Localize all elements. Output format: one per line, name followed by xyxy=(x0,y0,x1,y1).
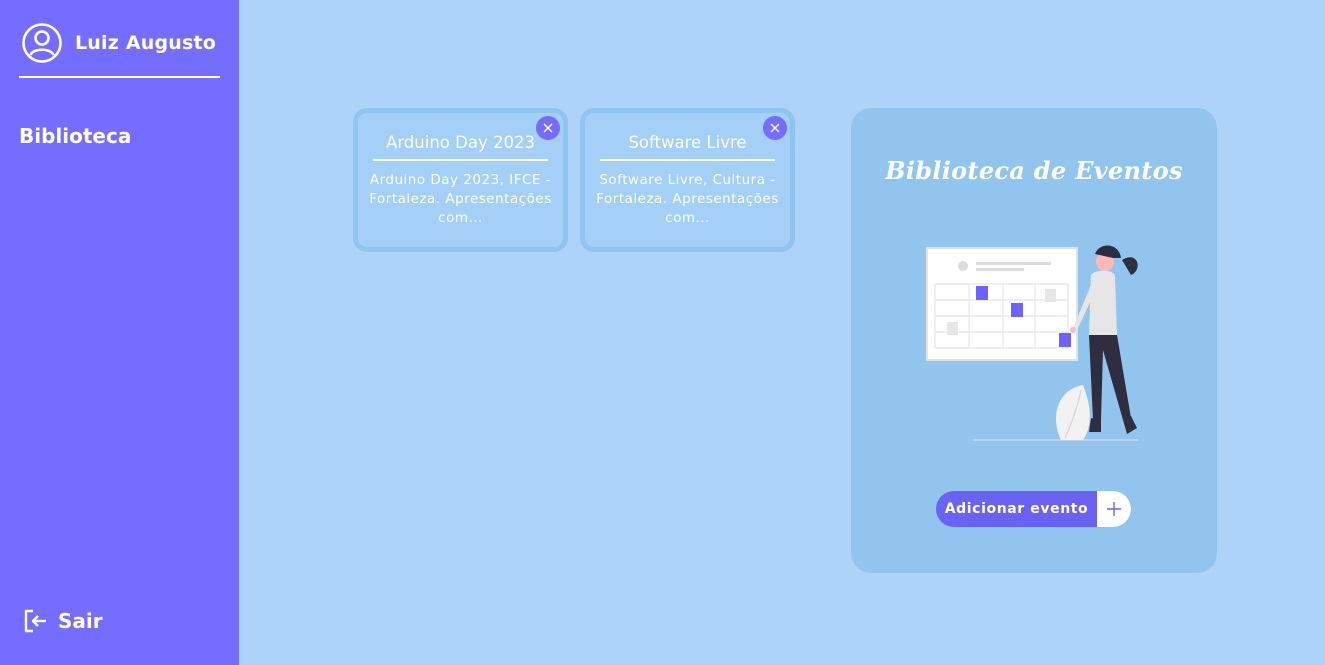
add-event-plus[interactable] xyxy=(1097,491,1131,527)
sidebar: Luiz Augusto Biblioteca Sair xyxy=(0,0,239,665)
user-profile: Luiz Augusto xyxy=(19,22,220,78)
event-card[interactable]: Software Livre Software Livre, Cultura -… xyxy=(580,108,795,252)
plus-icon xyxy=(1107,502,1121,516)
delete-event-button[interactable] xyxy=(536,116,560,140)
logout-label: Sair xyxy=(58,609,103,633)
event-card-title: Arduino Day 2023 xyxy=(373,133,548,161)
event-card-description: Software Livre, Cultura - Fortaleza. Apr… xyxy=(596,172,779,226)
close-icon xyxy=(770,123,780,133)
calendar-woman-illustration xyxy=(926,245,1138,441)
add-event-label: Adicionar evento xyxy=(936,491,1097,527)
close-icon xyxy=(543,123,553,133)
event-card[interactable]: Arduino Day 2023 Arduino Day 2023, IFCE … xyxy=(353,108,568,252)
panel-title: Biblioteca de Eventos xyxy=(885,156,1183,185)
add-event-button[interactable]: Adicionar evento xyxy=(936,491,1131,527)
logout-icon xyxy=(24,609,46,633)
event-card-description: Arduino Day 2023, IFCE - Fortaleza. Apre… xyxy=(369,172,552,226)
library-panel: Biblioteca de Eventos Adicionar evento xyxy=(851,108,1217,573)
logout-button[interactable]: Sair xyxy=(22,607,103,635)
user-name: Luiz Augusto xyxy=(75,32,217,54)
event-card-title: Software Livre xyxy=(600,133,775,161)
delete-event-button[interactable] xyxy=(763,116,787,140)
user-circle-icon xyxy=(22,23,62,63)
nav-item-biblioteca[interactable]: Biblioteca xyxy=(19,124,131,148)
